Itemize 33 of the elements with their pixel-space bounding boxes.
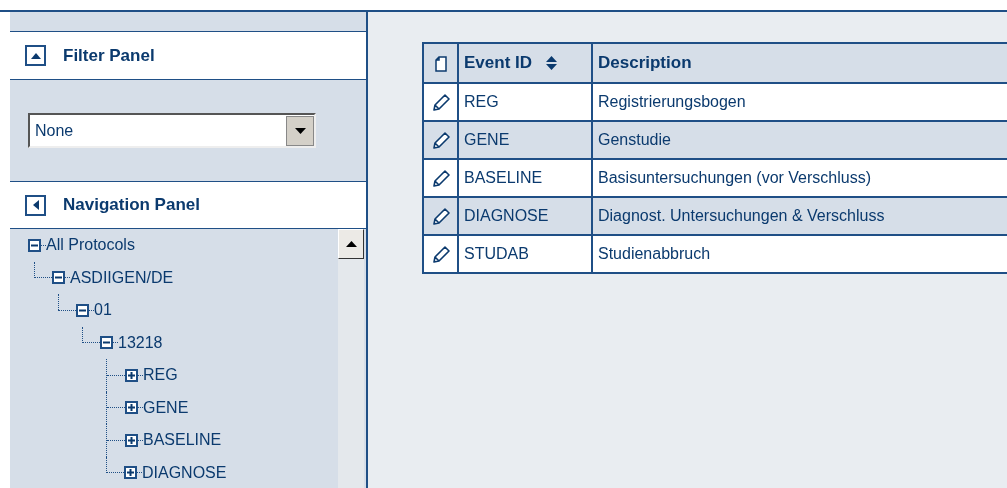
collapse-icon[interactable] bbox=[28, 238, 41, 252]
page-icon[interactable] bbox=[434, 55, 447, 72]
filter-dropdown[interactable]: None bbox=[28, 113, 316, 148]
triangle-up-icon bbox=[345, 241, 357, 247]
tree-item[interactable]: GENE bbox=[143, 395, 189, 420]
collapse-icon[interactable] bbox=[100, 336, 113, 350]
pencil-icon[interactable] bbox=[431, 131, 450, 150]
scrollbar[interactable] bbox=[338, 229, 364, 488]
column-header[interactable]: Description bbox=[598, 50, 692, 76]
pencil-icon[interactable] bbox=[431, 245, 450, 264]
tree-item[interactable]: BASELINE bbox=[143, 428, 222, 453]
tree-item[interactable]: All Protocols bbox=[46, 233, 135, 258]
tree-item[interactable]: REG bbox=[143, 363, 178, 388]
pencil-icon[interactable] bbox=[431, 207, 450, 226]
expand-icon[interactable] bbox=[125, 401, 138, 415]
expand-icon[interactable] bbox=[124, 466, 137, 480]
table-cell: STUDAB bbox=[458, 235, 592, 273]
sort-icon[interactable] bbox=[546, 56, 558, 70]
tree-item[interactable]: 13218 bbox=[118, 330, 163, 355]
collapse-icon[interactable] bbox=[52, 271, 65, 285]
tree-item[interactable]: 01 bbox=[94, 298, 112, 323]
collapse-icon[interactable] bbox=[25, 45, 46, 66]
collapse-icon[interactable] bbox=[25, 194, 46, 216]
pencil-icon[interactable] bbox=[431, 93, 450, 112]
panel-title: Navigation Panel bbox=[63, 194, 200, 217]
scroll-up-button[interactable] bbox=[338, 229, 364, 259]
tree-item[interactable]: DIAGNOSE bbox=[142, 460, 227, 485]
expand-icon[interactable] bbox=[125, 433, 138, 447]
pencil-icon[interactable] bbox=[431, 169, 450, 188]
expand-icon[interactable] bbox=[125, 368, 138, 382]
tree-item[interactable]: ASDIIGEN/DE bbox=[70, 265, 174, 290]
collapse-icon[interactable] bbox=[76, 303, 89, 317]
panel-title: Filter Panel bbox=[63, 44, 155, 67]
